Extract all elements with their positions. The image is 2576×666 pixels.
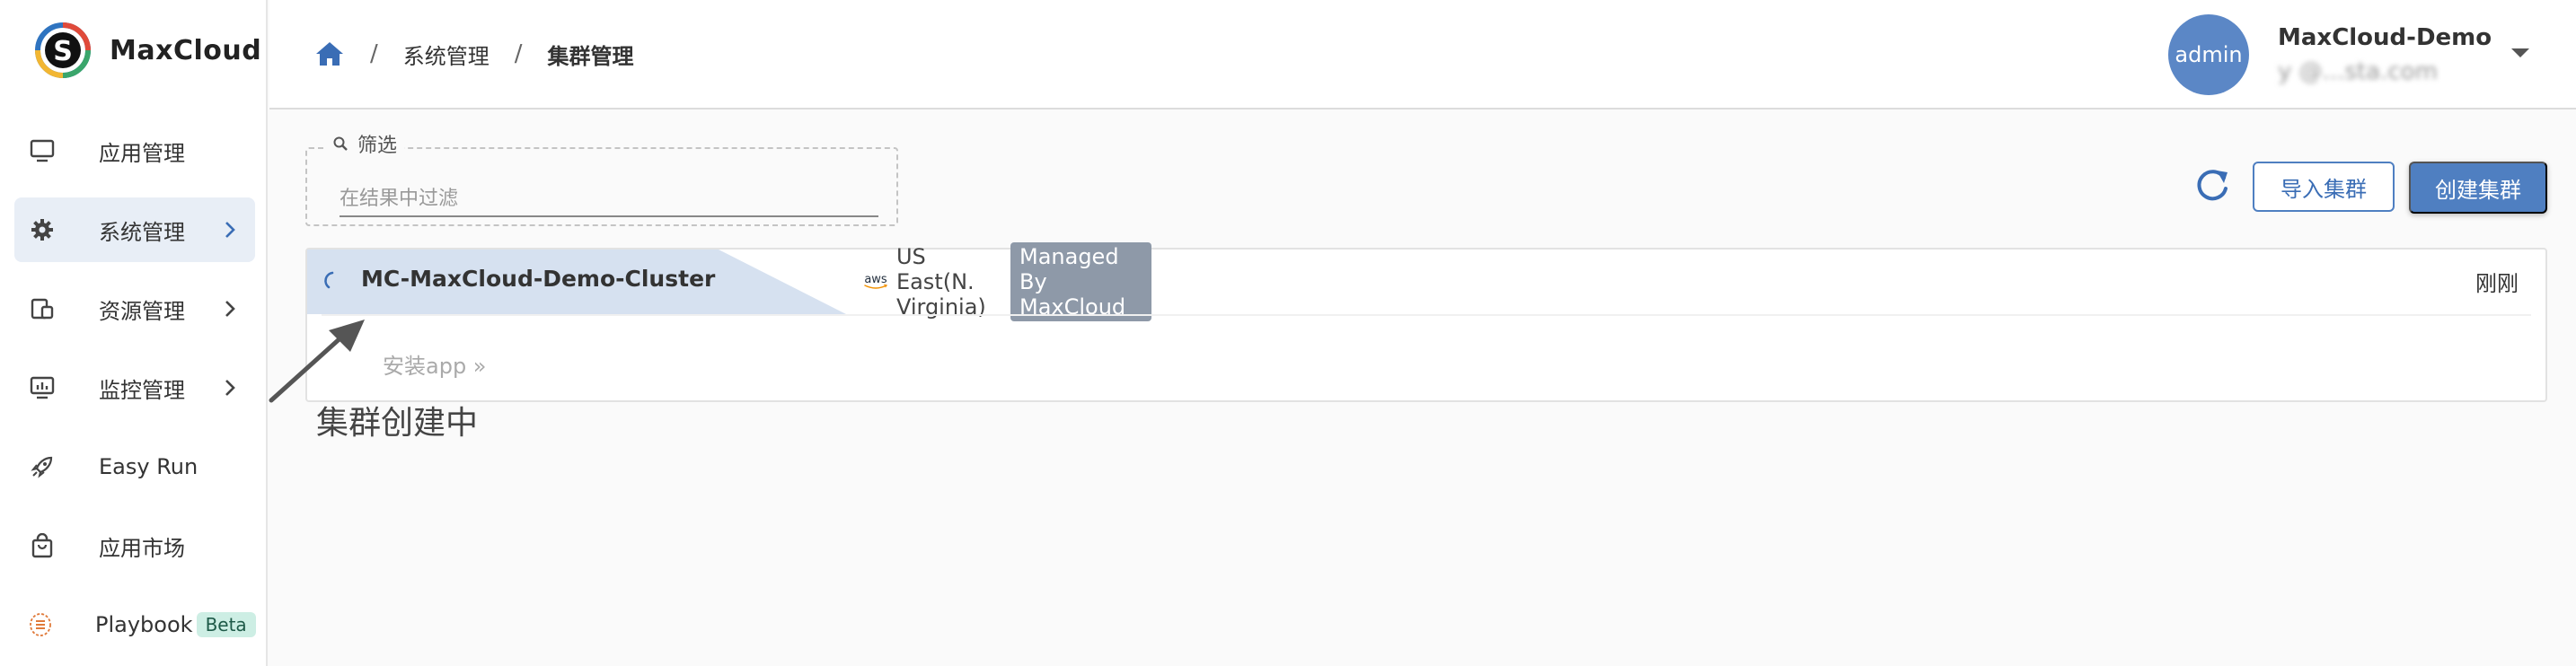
- import-cluster-button[interactable]: 导入集群: [2253, 162, 2395, 212]
- cluster-created-time: 刚刚: [2475, 271, 2519, 296]
- sidebar-item-label: 资源管理: [99, 298, 185, 324]
- breadcrumb-separator: /: [370, 40, 378, 67]
- filter-legend: 筛选: [325, 129, 405, 158]
- sidebar-item-app-market[interactable]: 应用市场: [14, 513, 255, 578]
- filter-input[interactable]: [340, 181, 878, 217]
- rocket-icon: [29, 453, 56, 480]
- breadcrumb-item-system[interactable]: 系统管理: [403, 39, 490, 70]
- search-icon: [333, 136, 348, 151]
- sidebar-item-easy-run[interactable]: Easy Run: [14, 434, 255, 499]
- filter-legend-label: 筛选: [357, 135, 398, 157]
- monitor-chart-icon: [29, 374, 56, 401]
- monitor-icon: [29, 137, 56, 164]
- install-app-link[interactable]: 安装app »: [383, 348, 487, 380]
- sidebar-item-app-management[interactable]: 应用管理: [14, 118, 255, 183]
- sidebar-item-label: 系统管理: [99, 219, 185, 245]
- sidebar: S MaxCloud 应用管理 系统管理 资源管理 监控管理 Easy Run …: [0, 0, 268, 666]
- user-info: MaxCloud-Demo y @...sta.com: [2278, 24, 2492, 85]
- maxcloud-logo-icon: S: [35, 22, 91, 78]
- sidebar-item-label: Easy Run: [99, 454, 198, 479]
- svg-text:S: S: [53, 36, 73, 67]
- refresh-icon[interactable]: [2192, 165, 2233, 206]
- loading-spinner-icon: [324, 271, 334, 289]
- cluster-creating-annotation: 集群创建中: [316, 405, 479, 442]
- sidebar-item-system-management[interactable]: 系统管理: [14, 197, 255, 262]
- chevron-right-icon: [225, 380, 235, 396]
- cluster-name[interactable]: MC-MaxCloud-Demo-Cluster: [361, 266, 715, 292]
- caret-down-icon[interactable]: [2510, 47, 2531, 59]
- resources-icon: [29, 295, 56, 322]
- home-icon[interactable]: [314, 40, 345, 67]
- playbook-icon: [29, 611, 52, 638]
- brand-name: MaxCloud: [110, 34, 262, 66]
- sidebar-item-label: 应用管理: [99, 140, 185, 166]
- user-name: MaxCloud-Demo: [2278, 24, 2492, 51]
- aws-logo-icon: aws: [864, 273, 887, 289]
- breadcrumb: / 系统管理 / 集群管理: [314, 34, 634, 74]
- chevron-right-icon: [225, 222, 235, 238]
- sidebar-item-monitoring[interactable]: 监控管理: [14, 355, 255, 420]
- svg-text:aws: aws: [864, 273, 887, 286]
- filter-box: 筛选: [305, 129, 898, 226]
- beta-badge: Beta: [196, 612, 256, 637]
- user-menu[interactable]: admin MaxCloud-Demo y @...sta.com: [2168, 14, 2492, 95]
- annotation-arrow-icon: [269, 320, 365, 403]
- sidebar-item-label: 监控管理: [99, 377, 185, 403]
- cluster-card-header: MC-MaxCloud-Demo-Cluster aws US East(N. …: [307, 242, 1151, 321]
- cluster-card[interactable]: MC-MaxCloud-Demo-Cluster aws US East(N. …: [305, 242, 2547, 402]
- sidebar-item-label: 应用市场: [99, 535, 185, 561]
- user-email: y @...sta.com: [2278, 58, 2438, 85]
- sidebar-item-label: Playbook: [95, 612, 193, 637]
- card-divider: [322, 314, 2531, 316]
- create-cluster-button[interactable]: 创建集群: [2409, 162, 2547, 214]
- shopping-bag-icon: [29, 532, 56, 559]
- gear-icon: [29, 216, 56, 243]
- brand-logo[interactable]: S MaxCloud: [34, 22, 261, 79]
- chevron-right-icon: [225, 301, 235, 317]
- cloud-provider: aws US East(N. Virginia) Managed By MaxC…: [862, 242, 1151, 321]
- top-header: / 系统管理 / 集群管理 admin MaxCloud-Demo y @...…: [269, 0, 2576, 110]
- breadcrumb-item-current: 集群管理: [547, 43, 634, 69]
- sidebar-item-playbook[interactable]: Playbook Beta: [14, 592, 256, 657]
- managed-badge: Managed By MaxCloud: [1010, 242, 1151, 321]
- breadcrumb-separator: /: [514, 40, 523, 67]
- sidebar-item-resource-management[interactable]: 资源管理: [14, 276, 255, 341]
- sidebar-nav: 应用管理 系统管理 资源管理 监控管理 Easy Run 应用市场 Playbo…: [14, 118, 256, 666]
- cluster-region: US East(N. Virginia): [895, 244, 986, 320]
- avatar[interactable]: admin: [2168, 14, 2249, 95]
